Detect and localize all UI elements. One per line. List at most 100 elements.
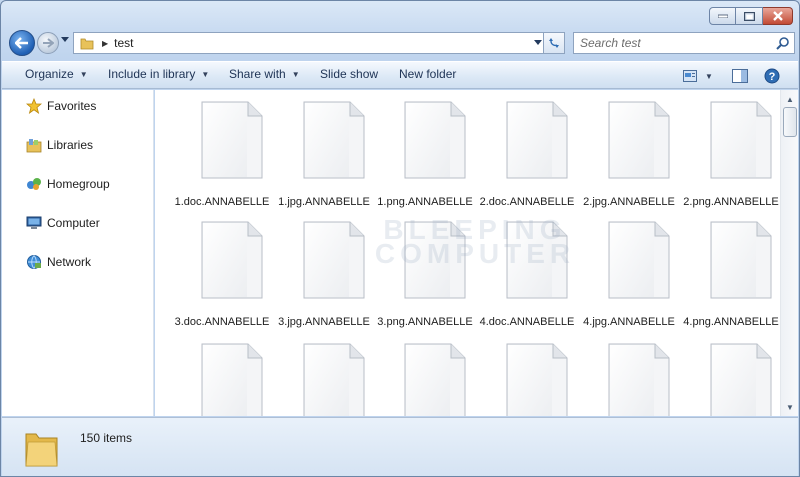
close-button[interactable] [763, 7, 793, 25]
homegroup-icon [26, 176, 42, 192]
chevron-down-icon: ▼ [201, 69, 210, 79]
file-name: 2.png.ANNABELLE [683, 196, 779, 208]
document-icon [201, 343, 263, 416]
sidebar-item-label: Libraries [47, 138, 94, 152]
navigation-pane: Favorites Libraries Homegroup Computer N… [2, 90, 154, 416]
libraries-icon [26, 137, 42, 153]
change-view-button[interactable]: ▼ [682, 66, 714, 86]
new-folder-label: New folder [399, 67, 457, 81]
sidebar-item-computer[interactable]: Computer [26, 215, 100, 231]
document-icon [303, 343, 365, 416]
document-icon [303, 101, 365, 179]
search-box[interactable] [573, 32, 795, 54]
item-count: 150 items [80, 431, 133, 445]
search-input[interactable] [574, 33, 764, 53]
sidebar-item-homegroup[interactable]: Homegroup [26, 176, 110, 192]
document-icon [710, 101, 772, 179]
refresh-button[interactable] [543, 32, 565, 54]
help-button[interactable]: ? [762, 66, 782, 86]
minimize-icon [717, 14, 728, 18]
help-icon: ? [764, 68, 780, 84]
share-with-menu[interactable]: Share with ▼ [229, 67, 300, 81]
window-caption-buttons [709, 7, 793, 25]
organize-menu[interactable]: Organize ▼ [25, 67, 88, 81]
document-icon [710, 221, 772, 299]
sidebar-item-label: Homegroup [47, 177, 110, 191]
computer-icon [26, 215, 42, 231]
slide-show-button[interactable]: Slide show [320, 67, 378, 81]
preview-pane-icon [732, 69, 748, 83]
file-name: 2.doc.ANNABELLE [479, 196, 575, 208]
recent-pages-chevron-icon[interactable] [61, 37, 69, 43]
folder-icon [80, 38, 94, 50]
document-icon [201, 101, 263, 179]
scroll-up-button[interactable]: ▲ [782, 91, 798, 107]
sidebar-item-libraries[interactable]: Libraries [26, 137, 93, 153]
view-icon [683, 70, 698, 82]
maximize-icon [743, 11, 755, 21]
slide-show-label: Slide show [320, 67, 379, 81]
sidebar-item-network[interactable]: Network [26, 254, 91, 270]
file-name: 1.doc.ANNABELLE [174, 196, 270, 208]
include-in-library-menu[interactable]: Include in library ▼ [108, 67, 209, 81]
sidebar-item-label: Favorites [47, 99, 97, 113]
share-with-label: Share with [229, 67, 286, 81]
breadcrumb-chevron-icon[interactable]: ▶ [102, 39, 108, 48]
file-name: 3.png.ANNABELLE [377, 316, 473, 328]
back-button[interactable] [9, 30, 35, 56]
file-view: 1.doc.ANNABELLE 1.jpg.ANNABELLE 1.png.ANNA… [155, 90, 780, 416]
maximize-button[interactable] [736, 7, 763, 25]
document-icon [608, 343, 670, 416]
document-icon [404, 101, 466, 179]
file-name: 4.jpg.ANNABELLE [583, 316, 675, 328]
new-folder-button[interactable]: New folder [399, 67, 456, 81]
command-bar: Organize ▼ Include in library ▼ Share with… [2, 61, 798, 89]
document-icon [608, 101, 670, 179]
back-arrow-icon [15, 37, 28, 49]
close-icon [772, 11, 783, 21]
document-icon [506, 343, 568, 416]
file-name: 4.doc.ANNABELLE [479, 316, 575, 328]
address-row: ▶ test [7, 29, 795, 57]
document-icon [404, 343, 466, 416]
scroll-thumb[interactable] [783, 107, 797, 137]
breadcrumb[interactable]: test [114, 36, 133, 50]
document-icon [303, 221, 365, 299]
preview-pane-button[interactable] [730, 66, 750, 86]
chevron-down-icon: ▼ [291, 69, 300, 79]
document-icon [201, 221, 263, 299]
scroll-down-button[interactable]: ▼ [782, 399, 798, 415]
chevron-down-icon: ▼ [79, 69, 88, 79]
star-icon [26, 98, 42, 114]
sidebar-item-favorites[interactable]: Favorites [26, 98, 96, 114]
document-icon [506, 221, 568, 299]
forward-arrow-icon [43, 38, 54, 48]
sidebar-item-label: Network [47, 255, 92, 269]
document-icon [506, 101, 568, 179]
vertical-scrollbar[interactable]: ▲ ▼ [780, 90, 798, 416]
search-icon[interactable] [776, 36, 790, 50]
folder-icon [25, 433, 58, 467]
file-name: 4.png.ANNABELLE [683, 316, 779, 328]
document-icon [404, 221, 466, 299]
svg-text:?: ? [769, 71, 776, 83]
sidebar-item-label: Computer [47, 216, 100, 230]
document-icon [608, 221, 670, 299]
chevron-down-icon: ▼ [705, 71, 713, 81]
document-icon [710, 343, 772, 416]
address-bar[interactable]: ▶ test [73, 32, 547, 54]
file-name: 2.jpg.ANNABELLE [583, 196, 675, 208]
file-name: 3.jpg.ANNABELLE [278, 316, 370, 328]
file-name: 1.png.ANNABELLE [377, 196, 473, 208]
file-name: 1.jpg.ANNABELLE [278, 196, 370, 208]
address-history-chevron-icon[interactable] [534, 40, 542, 46]
explorer-window: ▶ test Organize ▼ Include in library ▼ Sha… [0, 0, 800, 477]
network-icon [26, 254, 42, 270]
details-pane: 150 items [2, 417, 798, 476]
file-name: 3.doc.ANNABELLE [174, 316, 270, 328]
minimize-button[interactable] [709, 7, 736, 25]
organize-label: Organize [25, 67, 74, 81]
refresh-icon [549, 38, 559, 48]
forward-button[interactable] [37, 32, 59, 54]
include-in-library-label: Include in library [108, 67, 196, 81]
